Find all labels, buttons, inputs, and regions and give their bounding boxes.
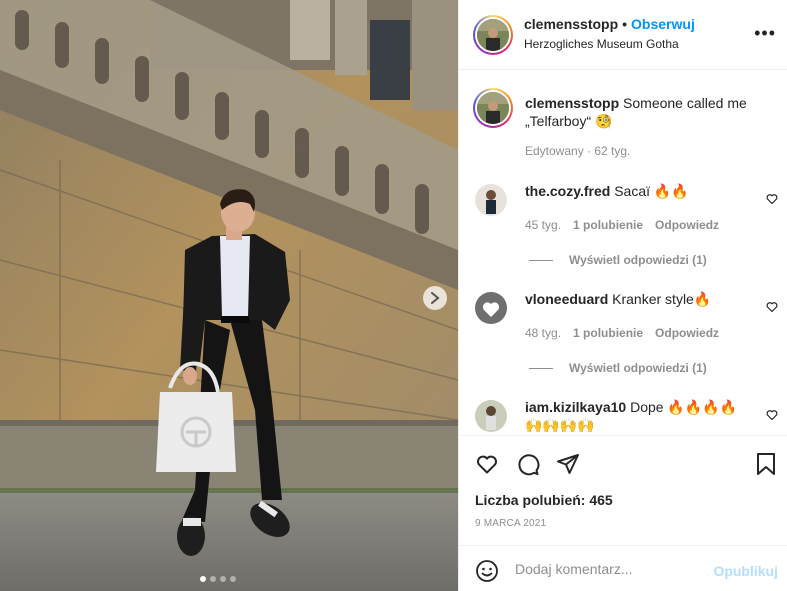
comment-text: iam.kizilkaya10 Dope 🔥🔥🔥🔥 🙌🙌🙌🙌	[525, 398, 755, 434]
carousel-dot[interactable]	[230, 576, 236, 582]
view-replies-label: Wyświetl odpowiedzi (1)	[569, 253, 707, 267]
add-comment-bar: Opublikuj	[459, 545, 787, 591]
carousel-dot[interactable]	[200, 576, 206, 582]
next-photo-button[interactable]	[423, 286, 447, 310]
reply-button[interactable]: Odpowiedz	[655, 218, 719, 232]
carousel-dots	[200, 576, 236, 582]
publish-button[interactable]: Opublikuj	[713, 563, 778, 579]
caption-avatar[interactable]	[473, 88, 513, 128]
comment-body: Sacaï 🔥🔥	[614, 183, 689, 199]
comment-time[interactable]: 48 tyg.	[525, 326, 561, 340]
photo-illustration	[0, 0, 458, 591]
post-header: clemensstopp • Obserwuj Herzogliches Museu…	[459, 0, 787, 70]
heart-icon	[766, 410, 778, 421]
caption-username[interactable]: clemensstopp	[525, 95, 619, 111]
caption-meta: Edytowany · 62 tyg.	[525, 144, 631, 158]
comment-like-button[interactable]	[766, 408, 778, 424]
share-button[interactable]	[556, 452, 580, 479]
comment-meta: 45 tyg. 1 polubienie Odpowiedz	[525, 218, 731, 232]
view-replies-button[interactable]: Wyświetl odpowiedzi (1)	[529, 361, 707, 375]
avatar-image	[475, 400, 507, 432]
avatar-image	[475, 184, 507, 216]
replies-divider	[529, 368, 553, 370]
comment-text: the.cozy.fred Sacaï 🔥🔥	[525, 182, 755, 200]
comments-list[interactable]: clemensstopp Someone called me „Telfarbo…	[459, 70, 787, 435]
comment-username[interactable]: vloneeduard	[525, 291, 608, 307]
avatar-image	[477, 92, 509, 124]
save-button[interactable]	[756, 452, 776, 479]
comment-time[interactable]: 45 tyg.	[525, 218, 561, 232]
comment-like-button[interactable]	[766, 300, 778, 316]
post-location[interactable]: Herzogliches Museum Gotha	[524, 37, 679, 51]
carousel-dot[interactable]	[210, 576, 216, 582]
comment-text: vloneeduard Kranker style🔥	[525, 290, 755, 308]
post-actions: Liczba polubień: 465 9 MARCA 2021	[459, 435, 787, 545]
comment-avatar[interactable]	[475, 292, 507, 324]
post-photo[interactable]	[0, 0, 458, 591]
emoji-button[interactable]	[475, 559, 499, 586]
bookmark-icon	[757, 453, 775, 475]
reply-button[interactable]: Odpowiedz	[655, 326, 719, 340]
comment-likes[interactable]: 1 polubienie	[573, 218, 643, 232]
view-replies-button[interactable]: Wyświetl odpowiedzi (1)	[529, 253, 707, 267]
header-separator: •	[622, 16, 628, 32]
header-username[interactable]: clemensstopp	[524, 16, 618, 32]
comment-username[interactable]: the.cozy.fred	[525, 183, 610, 199]
post-date: 9 MARCA 2021	[475, 518, 547, 529]
share-icon	[557, 454, 579, 474]
comment-icon	[518, 454, 540, 476]
heart-icon	[477, 455, 497, 474]
avatar-image	[477, 19, 509, 51]
comment-username[interactable]: iam.kizilkaya10	[525, 399, 626, 415]
comment-avatar[interactable]	[475, 184, 507, 216]
comment-avatar[interactable]	[475, 400, 507, 432]
like-button[interactable]	[475, 452, 499, 479]
chevron-right-icon	[431, 292, 440, 304]
header-user-line: clemensstopp • Obserwuj	[524, 16, 695, 32]
heart-icon	[766, 302, 778, 313]
avatar-image	[475, 292, 507, 324]
caption-text: clemensstopp Someone called me „Telfarbo…	[525, 94, 775, 130]
follow-button[interactable]: Obserwuj	[631, 16, 695, 32]
comment-button[interactable]	[516, 452, 540, 479]
comment-meta: 48 tyg. 1 polubienie Odpowiedz	[525, 326, 731, 340]
comment-body: Kranker style🔥	[612, 291, 712, 307]
author-avatar[interactable]	[473, 15, 513, 55]
comment-like-button[interactable]	[766, 192, 778, 208]
comment-input[interactable]	[515, 558, 705, 580]
post-side-panel: clemensstopp • Obserwuj Herzogliches Museu…	[458, 0, 787, 591]
heart-icon	[766, 194, 778, 205]
more-icon: •••	[754, 23, 776, 43]
emoji-icon	[476, 560, 498, 582]
view-replies-label: Wyświetl odpowiedzi (1)	[569, 361, 707, 375]
likes-count[interactable]: Liczba polubień: 465	[475, 492, 613, 508]
carousel-dot[interactable]	[220, 576, 226, 582]
replies-divider	[529, 260, 553, 262]
comment-likes[interactable]: 1 polubienie	[573, 326, 643, 340]
more-options-button[interactable]: •••	[754, 23, 776, 43]
